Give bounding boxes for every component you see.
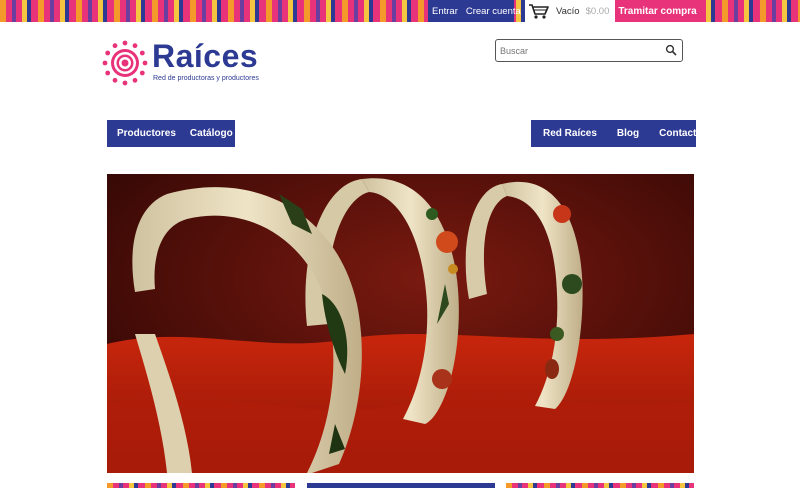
nav-item-catalogo[interactable]: Catálogo [190, 128, 233, 139]
checkout-label: Tramitar compra [618, 5, 697, 17]
cart-summary[interactable]: Vacío $0.00 [525, 0, 615, 22]
footer-pattern-bar-right [506, 483, 694, 488]
shopping-cart-icon [529, 4, 549, 19]
logo-wordmark: Raíces [152, 38, 259, 74]
hero-photo [107, 174, 694, 473]
logo-tagline: Red de productoras y productores [153, 75, 259, 82]
footer-pattern-bar-left [107, 483, 295, 488]
main-nav-left: Productores Catálogo [107, 120, 235, 147]
main-nav-right: Red Raíces Blog Contacto [531, 120, 702, 147]
search-box [495, 39, 683, 62]
footer-blue-bar [307, 483, 495, 488]
nav-item-blog[interactable]: Blog [617, 128, 639, 139]
create-account-link[interactable]: Crear cuenta [466, 6, 521, 17]
login-link[interactable]: Entrar [432, 6, 458, 17]
search-icon[interactable] [665, 44, 677, 56]
sun-flower-logo-icon [102, 40, 148, 86]
account-links: Entrar Crear cuenta [428, 0, 521, 22]
nav-item-productores[interactable]: Productores [117, 128, 176, 139]
checkout-button[interactable]: Tramitar compra [615, 0, 700, 22]
nav-item-contacto[interactable]: Contacto [659, 128, 702, 139]
site-logo[interactable]: Raíces Red de productoras y productores [102, 38, 272, 88]
hero-banner[interactable] [107, 174, 694, 473]
nav-item-red-raices[interactable]: Red Raíces [543, 128, 597, 139]
search-input[interactable] [496, 40, 656, 61]
cart-amount: $0.00 [585, 5, 610, 17]
cart-label: Vacío [556, 5, 580, 17]
